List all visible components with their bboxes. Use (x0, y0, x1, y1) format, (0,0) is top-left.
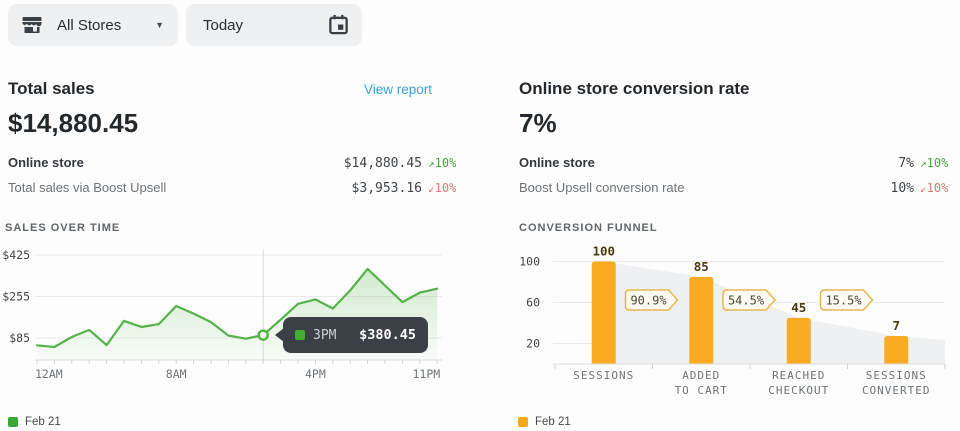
svg-text:8AM: 8AM (166, 367, 187, 381)
svg-text:$85: $85 (9, 331, 30, 345)
conversion-rate-value: 7% (519, 108, 557, 139)
svg-text:SESSIONS: SESSIONS (573, 369, 634, 382)
sales-over-time-chart[interactable]: $425 $255 $85 12AM 8AM 4PM 11PM (0, 245, 470, 385)
metric-row-boost-upsell: Total sales via Boost Upsell $3,953.16 ↙… (8, 180, 466, 196)
conversion-funnel-chart[interactable]: 100 60 20 100 85 45 7 90.9% 54.5% 15.5% SESSIONS AD… (480, 240, 960, 415)
metric-label: Online store (519, 155, 898, 170)
svg-text:100: 100 (519, 255, 540, 269)
tooltip-value: $380.45 (359, 327, 416, 343)
svg-text:20: 20 (526, 337, 540, 351)
trend-down-icon: ↙ (920, 182, 927, 195)
metric-row-online-store-rate: Online store 7% ↗10% (519, 155, 958, 171)
tooltip-time: 3PM (313, 328, 336, 343)
store-selector-label: All Stores (57, 17, 121, 34)
total-sales-value: $14,880.45 (8, 108, 138, 139)
svg-text:REACHEDCHECKOUT: REACHEDCHECKOUT (768, 369, 829, 397)
funnel-legend: Feb 21 (518, 416, 571, 428)
svg-text:12AM: 12AM (35, 367, 63, 381)
metric-row-boost-upsell-rate: Boost Upsell conversion rate 10% ↙10% (519, 180, 958, 196)
legend-label: Feb 21 (535, 416, 571, 428)
metric-value: 10% (891, 181, 914, 196)
svg-text:SESSIONSCONVERTED: SESSIONSCONVERTED (862, 369, 931, 397)
analytics-dashboard: All Stores ▼ Today Total sales View repo… (0, 0, 960, 431)
trend-up-icon: ↗ (428, 157, 435, 170)
legend-label: Feb 21 (25, 416, 61, 428)
calendar-icon (327, 12, 350, 38)
metric-label: Boost Upsell conversion rate (519, 180, 891, 195)
svg-text:60: 60 (526, 296, 540, 310)
chevron-down-icon: ▼ (155, 20, 164, 30)
conversion-funnel-heading: CONVERSION FUNNEL (519, 222, 658, 234)
svg-text:7: 7 (892, 318, 900, 333)
svg-text:90.9%: 90.9% (630, 294, 667, 308)
chart-tooltip: 3PM $380.45 (283, 317, 428, 353)
svg-text:$255: $255 (2, 290, 30, 304)
svg-text:15.5%: 15.5% (825, 294, 862, 308)
svg-text:100: 100 (592, 244, 615, 259)
trend-delta: ↙10% (920, 181, 958, 195)
store-selector[interactable]: All Stores ▼ (8, 4, 178, 46)
sales-over-time-heading: SALES OVER TIME (5, 222, 120, 234)
trend-up-icon: ↗ (920, 157, 927, 170)
total-sales-title: Total sales (8, 79, 95, 99)
svg-text:4PM: 4PM (305, 367, 326, 381)
trend-down-icon: ↙ (428, 182, 435, 195)
svg-text:45: 45 (791, 300, 806, 315)
svg-text:11PM: 11PM (412, 367, 440, 381)
date-range-selector[interactable]: Today (186, 4, 362, 46)
legend-swatch-orange (518, 417, 528, 427)
metric-label: Total sales via Boost Upsell (8, 180, 352, 195)
legend-swatch-green (8, 417, 18, 427)
svg-text:$425: $425 (2, 248, 30, 262)
metric-row-online-store: Online store $14,880.45 ↗10% (8, 155, 466, 171)
svg-text:54.5%: 54.5% (728, 294, 765, 308)
tooltip-series-swatch (295, 330, 305, 340)
metric-label: Online store (8, 155, 344, 170)
trend-delta: ↗10% (428, 156, 466, 170)
metric-value: 7% (898, 156, 914, 171)
sales-legend: Feb 21 (8, 416, 61, 428)
svg-text:85: 85 (694, 259, 709, 274)
date-range-label: Today (203, 17, 243, 34)
metric-value: $14,880.45 (344, 156, 422, 171)
metric-value: $3,953.16 (352, 181, 422, 196)
view-report-link[interactable]: View report (364, 82, 432, 97)
store-icon (20, 13, 44, 37)
svg-text:ADDEDTO CART: ADDEDTO CART (675, 369, 728, 397)
trend-delta: ↙10% (428, 181, 466, 195)
conversion-rate-title: Online store conversion rate (519, 79, 750, 99)
trend-delta: ↗10% (920, 156, 958, 170)
